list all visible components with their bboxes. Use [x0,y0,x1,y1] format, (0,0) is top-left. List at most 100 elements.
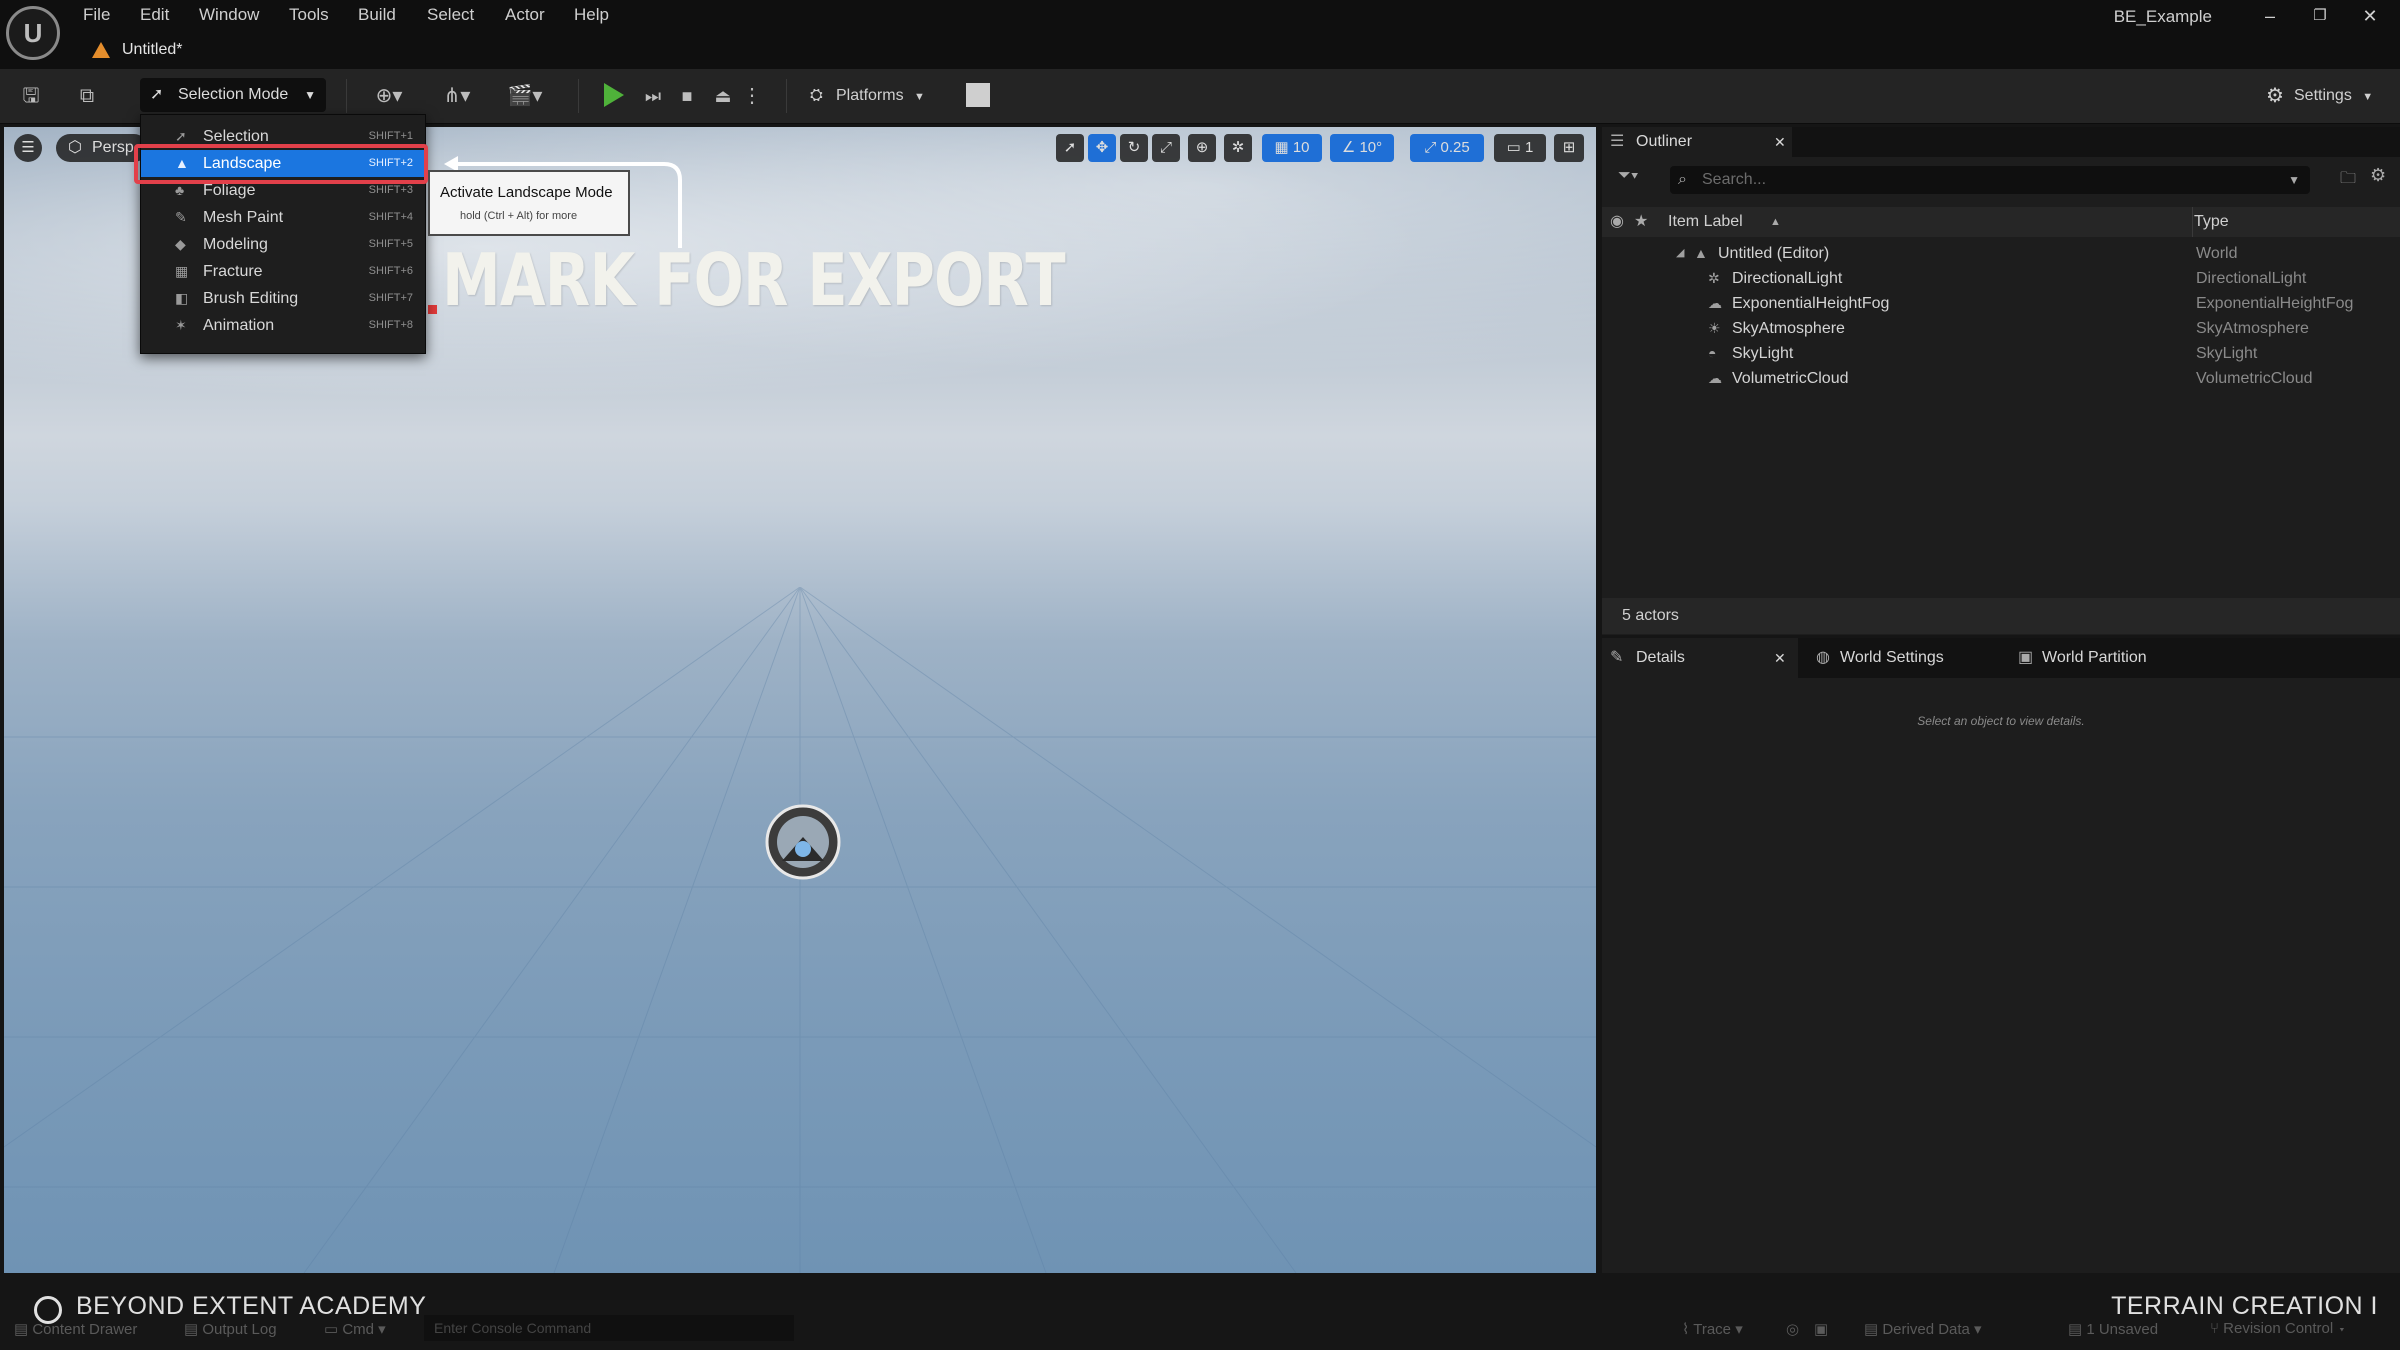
unsaved-button[interactable]: ▤ 1 Unsaved [2068,1320,2158,1338]
menu-edit[interactable]: Edit [140,2,169,28]
chevron-down-icon[interactable]: ▼ [2288,166,2300,194]
rotate-tool-icon[interactable]: ↻ [1120,134,1148,162]
platforms-dropdown[interactable]: ⛭ Platforms ▼ [806,80,925,112]
translate-tool-icon[interactable]: ✥ [1088,134,1116,162]
stop-square-icon[interactable] [966,83,990,107]
eye-icon[interactable]: ◉ [1610,207,1624,237]
settings-dropdown[interactable]: ⚙ Settings ▼ [2264,80,2373,112]
camera-speed-value: 1 [1525,139,1534,156]
output-log-icon: ▤ [184,1321,203,1338]
selection-mode-dropdown[interactable]: ➚ Selection Mode ▼ [140,78,326,112]
mode-item-label: Fracture [203,263,263,280]
output-log-label: Output Log [202,1321,277,1338]
select-tool-icon[interactable]: ➚ [1056,134,1084,162]
mode-item-fracture[interactable]: ▦ Fracture SHIFT+6 [141,258,425,285]
tooltip-hint: hold (Ctrl + Alt) for more [460,210,578,222]
menu-tools[interactable]: Tools [289,2,329,28]
minimize-button[interactable]: – [2252,2,2288,30]
star-icon[interactable]: ★ [1634,207,1648,237]
camera-speed-button[interactable]: ▭ 1 [1494,134,1546,162]
save-icon[interactable]: 🖫 [16,81,46,111]
add-actor-icon[interactable]: ⊕▾ [366,81,412,111]
trace-icon: ⌇ [1682,1321,1694,1338]
stop-icon[interactable]: ■ [672,81,702,111]
column-type[interactable]: Type [2192,207,2229,237]
watermark-left: BEYOND EXTENT ACADEMY [76,1292,427,1320]
browse-icon[interactable]: ⧉ [72,81,102,111]
screenshot-icon[interactable]: ▣ [1814,1320,1828,1338]
mode-item-label: Mesh Paint [203,209,284,226]
grid-snap-button[interactable]: ▦ 10 [1262,134,1322,162]
expand-arrow-icon[interactable]: ◢ [1676,241,1684,266]
outliner-row-world[interactable]: ◢ ▲ Untitled (Editor) World [1602,241,2400,266]
trace-dropdown[interactable]: ⌇ Trace ▾ [1682,1320,1743,1338]
outliner-row-exponentialheightfog[interactable]: ☁ ExponentialHeightFog ExponentialHeight… [1602,291,2400,316]
chevron-down-icon: ▼ [2362,91,2374,103]
gear-icon[interactable]: ⚙ [2370,165,2386,186]
menu-help[interactable]: Help [574,2,609,28]
step-icon[interactable]: ⏭ [638,81,668,111]
filter-icon[interactable]: ⏷▾ [1618,167,1639,185]
scale-tool-icon[interactable]: ⤢ [1152,134,1180,162]
cube-icon: ⬡ [68,139,82,156]
viewport-layout-icon[interactable]: ⊞ [1554,134,1584,162]
mode-item-label: Brush Editing [203,290,299,307]
viewport-menu-icon[interactable]: ☰ [14,134,42,162]
content-drawer-button[interactable]: ▤ Content Drawer [14,1320,137,1338]
search-icon: ⌕ [1678,171,1687,188]
play-icon[interactable] [604,83,624,107]
world-icon: ▲ [1694,245,1708,261]
console-placeholder: Enter Console Command [434,1320,592,1336]
derived-data-dropdown[interactable]: ▤ Derived Data ▾ [1864,1320,1982,1338]
surface-snap-icon[interactable]: ✲ [1224,134,1252,162]
tab-untitled[interactable]: Untitled* [82,34,196,66]
menu-file[interactable]: File [83,2,110,28]
tab-world-partition[interactable]: ▣ World Partition [2014,638,2194,678]
mode-item-modeling[interactable]: ◆ Modeling SHIFT+5 [141,231,425,258]
menu-select[interactable]: Select [427,2,474,28]
search-placeholder: Search... [1702,171,1767,188]
settings-label: Settings [2294,87,2352,104]
rotation-snap-value: 10° [1359,139,1383,156]
outliner-search-input[interactable]: ⌕ Search... ▼ [1670,166,2310,194]
player-start-icon[interactable] [762,801,844,883]
column-item-label[interactable]: Item Label [1668,207,1743,237]
output-log-button[interactable]: ▤ Output Log [184,1320,277,1338]
outliner-row-skylight[interactable]: ◓ SkyLight SkyLight [1602,341,2400,366]
close-icon[interactable]: ✕ [1774,638,1786,678]
revision-control-dropdown[interactable]: ⑂ Revision Control ▾ [2210,1320,2346,1337]
cinematics-icon[interactable]: 🎬▾ [502,81,548,111]
mode-item-mesh-paint[interactable]: ✎ Mesh Paint SHIFT+4 [141,204,425,231]
blueprint-icon[interactable]: ⋔▾ [434,81,480,111]
console-input[interactable]: Enter Console Command [424,1315,794,1341]
animation-icon: ✶ [175,317,187,333]
cmd-dropdown[interactable]: ▭ Cmd ▾ [324,1320,386,1338]
menu-build[interactable]: Build [358,2,396,28]
outliner-row-volumetriccloud[interactable]: ☁ VolumetricCloud VolumetricCloud [1602,366,2400,391]
record-icon[interactable]: ◎ [1786,1320,1799,1338]
eject-icon[interactable]: ⏏ [708,81,738,111]
mode-item-brush-editing[interactable]: ◧ Brush Editing SHIFT+7 [141,285,425,312]
more-options-icon[interactable]: ⋮ [742,81,762,111]
toolbar-divider [786,79,787,113]
tab-details[interactable]: ✎ Details ✕ [1602,638,1798,678]
mode-item-animation[interactable]: ✶ Animation SHIFT+8 [141,312,425,339]
outliner-panel: ☰ Outliner ✕ ⏷▾ ⌕ Search... ▼ 🗀 ⚙ ◉ ★ It… [1602,127,2400,635]
rotation-snap-button[interactable]: ∠ 10° [1330,134,1394,162]
tab-world-settings[interactable]: ◍ World Settings [1812,638,1992,678]
close-icon[interactable]: ✕ [1774,127,1786,157]
mode-item-label: Modeling [203,236,268,253]
close-window-button[interactable]: ✕ [2352,2,2388,30]
world-space-icon[interactable]: ⊕ [1188,134,1216,162]
new-folder-icon[interactable]: 🗀 [2340,167,2356,194]
scale-snap-button[interactable]: ⤢ 0.25 [1410,134,1484,162]
outliner-row-skyatmosphere[interactable]: ☀ SkyAtmosphere SkyAtmosphere [1602,316,2400,341]
tab-label: Untitled* [122,41,183,58]
tab-outliner[interactable]: ☰ Outliner ✕ [1602,127,1792,157]
outliner-row-directionallight[interactable]: ✲ DirectionalLight DirectionalLight [1602,266,2400,291]
restore-button[interactable]: ❐ [2302,2,2338,30]
unreal-logo-icon[interactable]: U [6,6,60,60]
menu-window[interactable]: Window [199,2,259,28]
row-label: VolumetricCloud [1732,370,1849,387]
menu-actor[interactable]: Actor [505,2,545,28]
